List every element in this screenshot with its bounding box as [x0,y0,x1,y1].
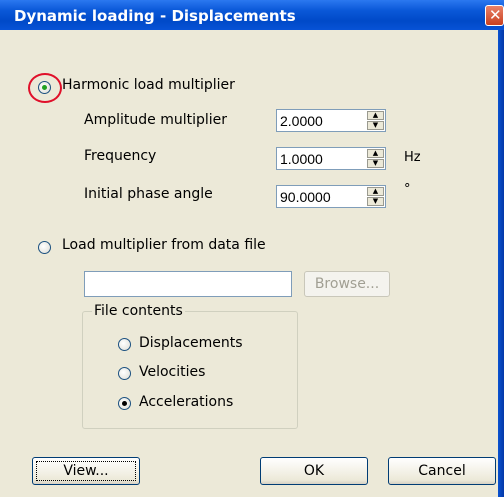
radio-selected-dot [122,401,127,406]
amplitude-label: Amplitude multiplier [84,112,228,128]
view-button[interactable]: View... [32,457,140,485]
ok-button[interactable]: OK [260,457,368,485]
title-bar[interactable]: Dynamic loading - Displacements ✕ [0,0,504,30]
harmonic-label[interactable]: Harmonic load multiplier [62,77,235,93]
amplitude-spinner[interactable]: ▲ ▼ [276,109,386,132]
close-button[interactable]: ✕ [485,5,504,26]
cancel-button-label: Cancel [418,463,466,479]
phase-spinner[interactable]: ▲ ▼ [276,185,386,208]
cancel-button[interactable]: Cancel [388,457,496,485]
frequency-input[interactable] [277,148,371,169]
highlight-circle [28,73,62,103]
velocities-radio[interactable] [118,367,131,380]
velocities-label[interactable]: Velocities [139,364,205,380]
accelerations-radio[interactable] [118,397,131,410]
amplitude-input[interactable] [277,110,371,131]
arrow-down-icon[interactable]: ▼ [367,159,384,168]
datafile-radio[interactable] [38,241,51,254]
arrow-up-icon[interactable]: ▲ [367,187,384,196]
arrow-up-icon[interactable]: ▲ [367,111,384,120]
phase-label: Initial phase angle [84,186,213,202]
phase-input[interactable] [277,186,371,207]
focus-rect [36,461,136,481]
arrow-down-icon[interactable]: ▼ [367,197,384,206]
ok-button-label: OK [303,463,325,479]
displacements-radio[interactable] [118,338,131,351]
file-path-input[interactable] [84,271,292,297]
arrow-down-icon[interactable]: ▼ [367,121,384,130]
window-title: Dynamic loading - Displacements [14,7,296,25]
close-icon: ✕ [489,6,502,24]
frequency-label: Frequency [84,148,157,164]
arrow-up-icon[interactable]: ▲ [367,149,384,158]
displacements-label[interactable]: Displacements [139,335,243,351]
frequency-unit: Hz [404,150,421,165]
datafile-label[interactable]: Load multiplier from data file [62,237,266,253]
frequency-spinner[interactable]: ▲ ▼ [276,147,386,170]
accelerations-label[interactable]: Accelerations [139,394,233,410]
file-contents-title: File contents [92,303,185,319]
phase-unit: ° [404,182,411,197]
browse-button[interactable]: Browse... [304,271,390,297]
window-frame [498,30,504,497]
